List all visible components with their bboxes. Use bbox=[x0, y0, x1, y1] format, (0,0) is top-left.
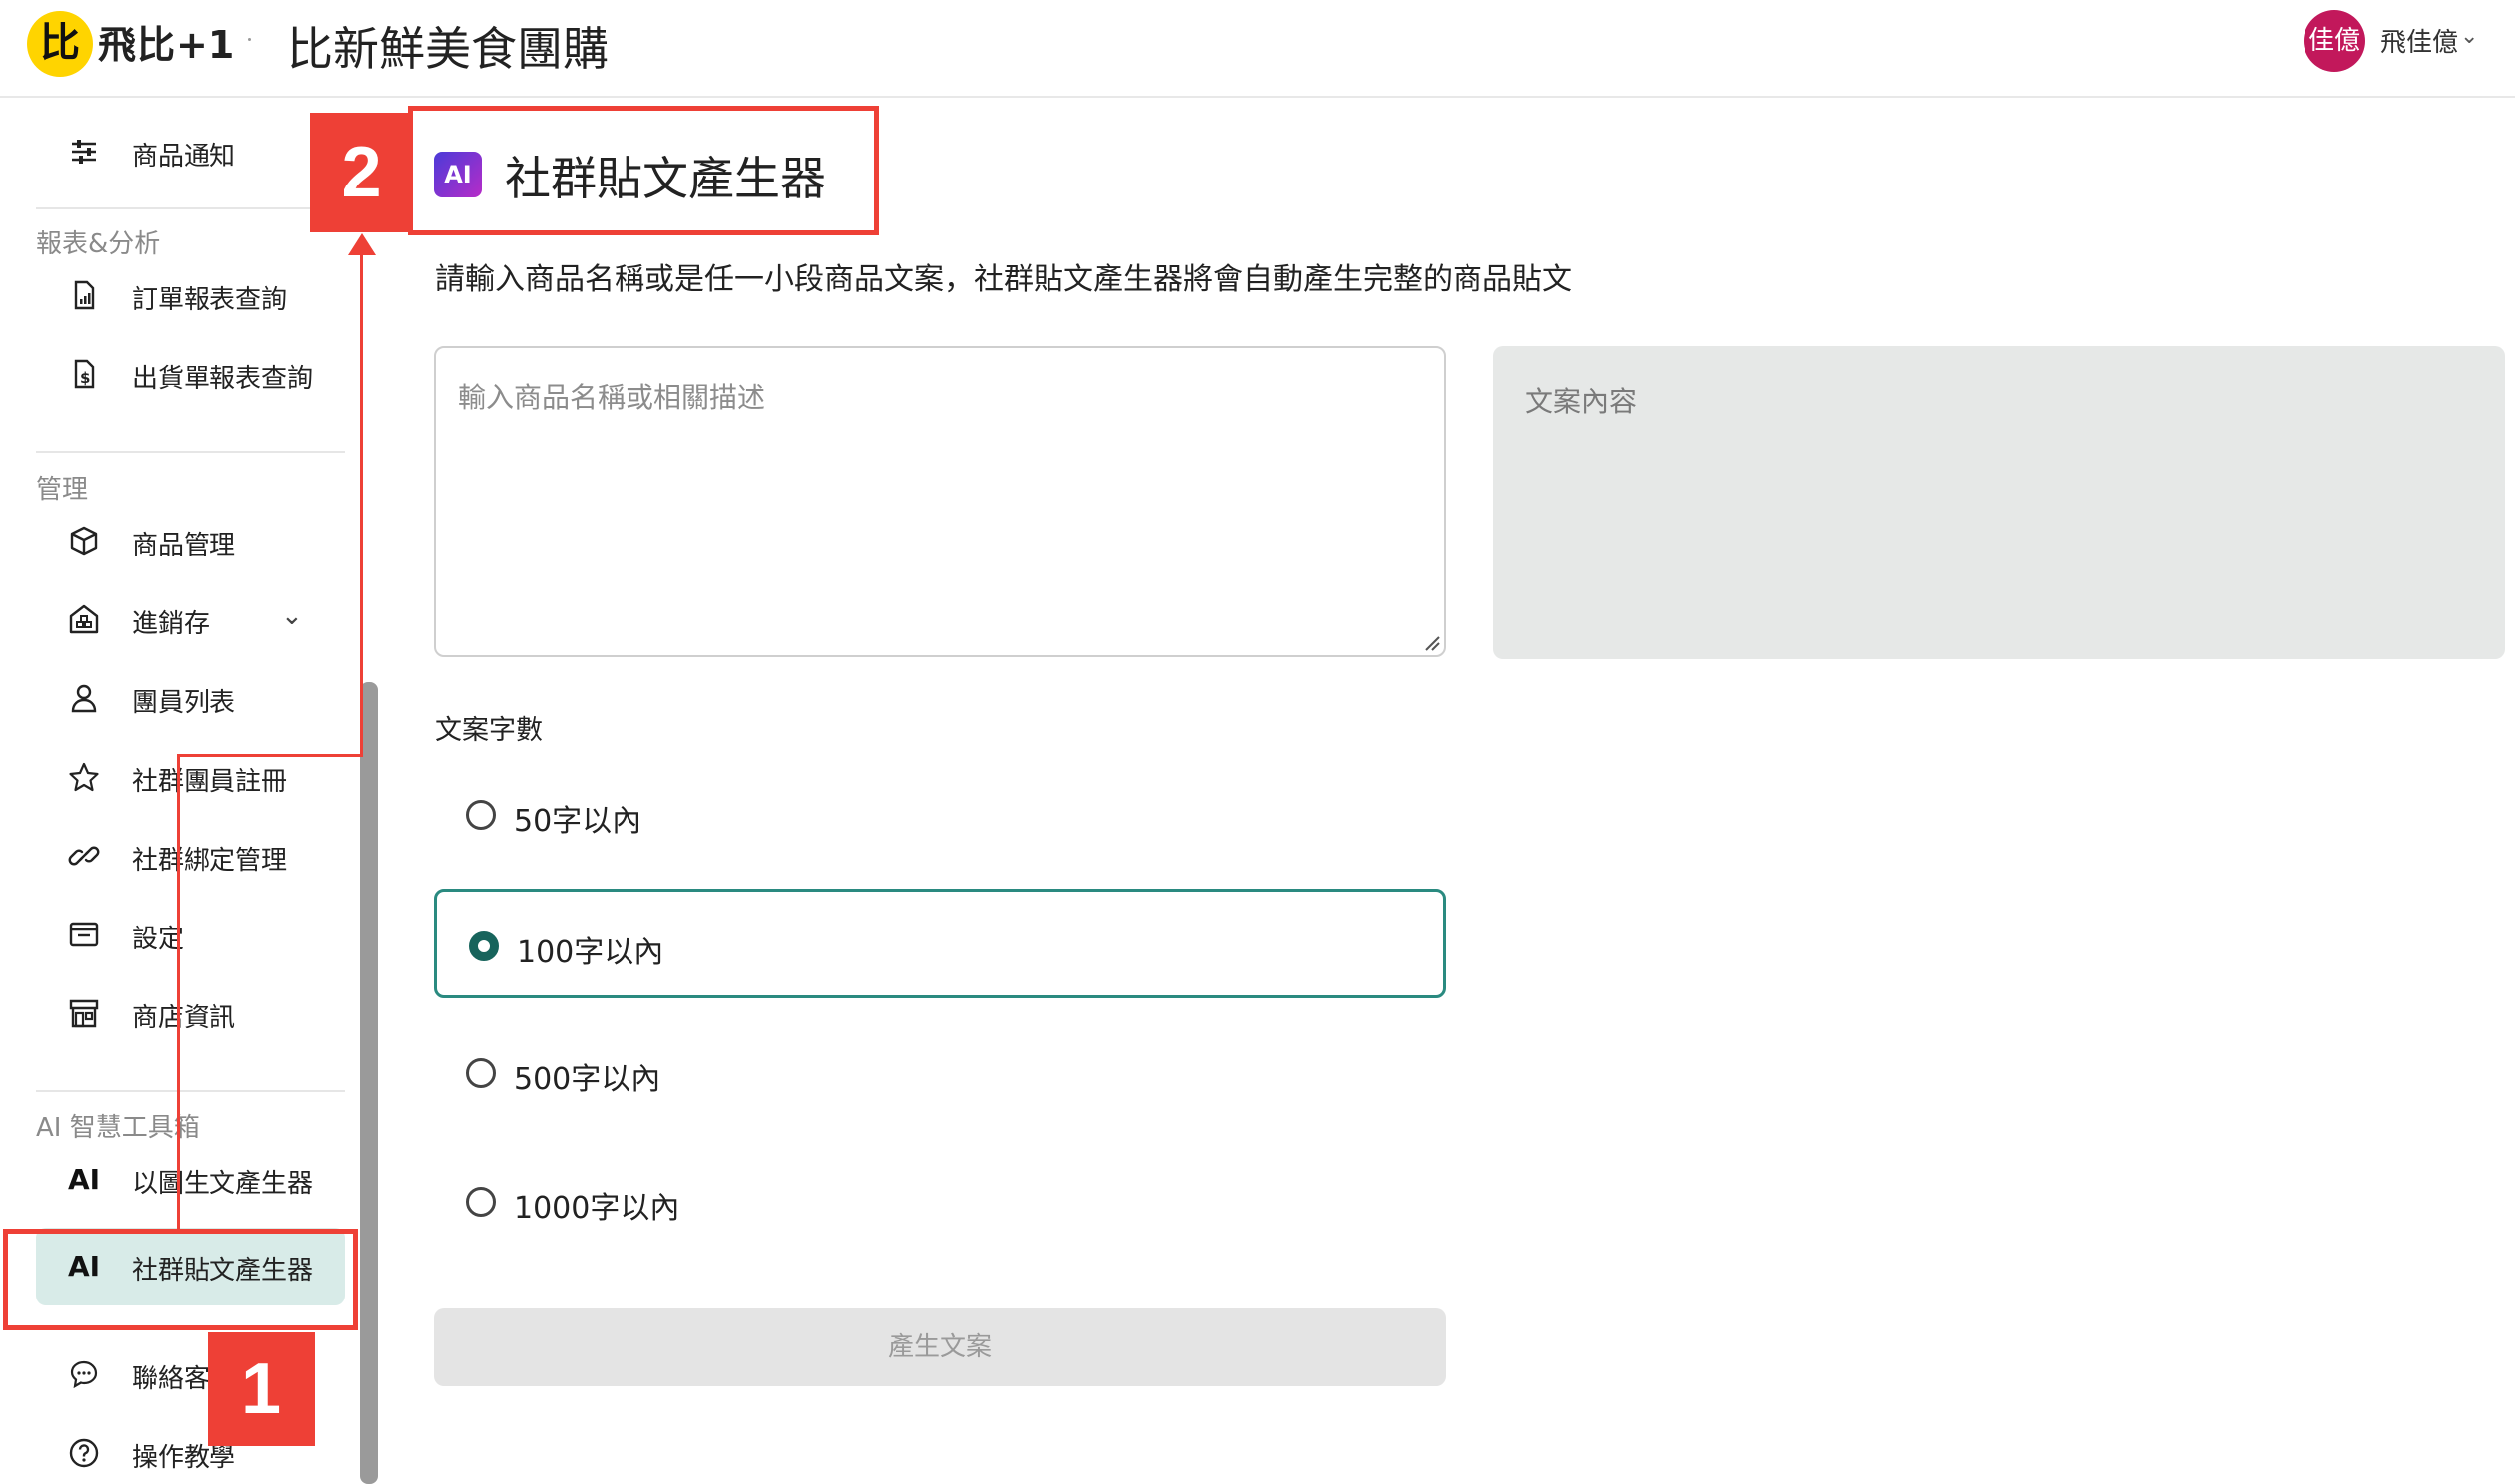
star-icon bbox=[69, 762, 99, 792]
page-description: 請輸入商品名稱或是任一小段商品文案，社群貼文產生器將會自動產生完整的商品貼文 bbox=[435, 262, 1572, 297]
annotation-badge-step2: 2 bbox=[310, 113, 413, 232]
radio-button[interactable] bbox=[466, 1058, 496, 1088]
annotation-arrowhead-icon bbox=[348, 233, 376, 255]
report-file-icon bbox=[74, 280, 95, 310]
radio-button[interactable] bbox=[466, 800, 496, 830]
sidebar-item-inventory[interactable]: 進銷存 ⌄ bbox=[36, 589, 345, 649]
annotation-highlight-step1 bbox=[3, 1229, 358, 1330]
sidebar-scrollbar[interactable] bbox=[360, 682, 378, 1484]
sidebar-item-label: 商店資訊 bbox=[132, 1003, 236, 1033]
sidebar-item-store-info[interactable]: 商店資訊 bbox=[36, 983, 345, 1043]
radio-label: 1000字以內 bbox=[514, 1191, 680, 1226]
svg-text:$: $ bbox=[80, 369, 90, 387]
section-title-ai-toolbox: AI 智慧工具箱 bbox=[36, 1113, 200, 1143]
user-icon bbox=[71, 684, 97, 713]
sidebar-divider bbox=[36, 451, 345, 453]
annotation-connector bbox=[177, 754, 180, 1229]
word-count-option-50[interactable]: 50字以內 bbox=[434, 760, 1446, 870]
user-name[interactable]: 飛佳億 bbox=[2380, 22, 2458, 59]
radio-label: 100字以內 bbox=[517, 935, 664, 970]
brand-logo-mark[interactable]: 比 bbox=[27, 11, 93, 77]
radio-button-selected[interactable] bbox=[469, 931, 499, 961]
sidebar-item-label: 團員列表 bbox=[132, 688, 236, 718]
word-count-label: 文案字數 bbox=[435, 715, 543, 746]
radio-label: 50字以內 bbox=[514, 804, 642, 839]
sidebar-item-label: 以圖生文產生器 bbox=[132, 1169, 314, 1199]
sidebar-item-order-report[interactable]: 訂單報表查詢 bbox=[36, 265, 345, 325]
sidebar-item-label: 商品通知 bbox=[132, 142, 236, 172]
radio-button[interactable] bbox=[466, 1187, 496, 1217]
chevron-down-icon[interactable]: ⌄ bbox=[281, 601, 303, 631]
brand-logo-text[interactable]: 飛比+1 bbox=[98, 14, 235, 69]
resize-handle-icon[interactable] bbox=[1422, 633, 1440, 651]
sliders-icon bbox=[72, 140, 96, 164]
chat-icon bbox=[70, 1360, 98, 1389]
settings-window-icon bbox=[69, 922, 99, 947]
product-description-input[interactable] bbox=[436, 348, 1444, 655]
user-menu-chevron-down-icon[interactable]: ⌄ bbox=[2460, 24, 2478, 49]
annotation-highlight-step2 bbox=[408, 106, 879, 235]
warehouse-icon bbox=[69, 604, 99, 634]
section-title-management: 管理 bbox=[36, 475, 89, 505]
radio-label: 500字以內 bbox=[514, 1062, 661, 1097]
sidebar-item-label: 訂單報表查詢 bbox=[132, 285, 288, 315]
ai-icon: AI bbox=[68, 1163, 101, 1196]
app-header: 比 飛比+1 比新鮮美食團購 佳億 飛佳億 ⌄ bbox=[0, 0, 2515, 98]
word-count-option-500[interactable]: 500字以內 bbox=[434, 1018, 1446, 1128]
header-separator-dot bbox=[248, 38, 251, 41]
section-title-reports: 報表&分析 bbox=[36, 229, 161, 259]
annotation-connector bbox=[360, 247, 363, 757]
sidebar-item-settings[interactable]: 設定 bbox=[36, 905, 345, 964]
user-avatar[interactable]: 佳億 bbox=[2304, 10, 2365, 72]
sidebar-item-community-binding[interactable]: 社群綁定管理 bbox=[36, 826, 345, 886]
annotation-connector bbox=[177, 754, 362, 757]
word-count-option-100[interactable]: 100字以內 bbox=[434, 889, 1446, 998]
sidebar-item-member-list[interactable]: 團員列表 bbox=[36, 668, 345, 728]
sidebar-divider bbox=[36, 207, 345, 209]
box-icon bbox=[70, 526, 98, 556]
generate-copy-button[interactable]: 產生文案 bbox=[434, 1308, 1446, 1386]
generated-copy-output: 文案內容 bbox=[1493, 346, 2505, 659]
sidebar-item-label: 商品管理 bbox=[132, 531, 236, 560]
help-icon bbox=[69, 1438, 99, 1468]
sidebar-item-label: 社群綁定管理 bbox=[132, 846, 288, 876]
sidebar-item-product-management[interactable]: 商品管理 bbox=[36, 511, 345, 570]
link-icon bbox=[68, 846, 100, 866]
invoice-file-icon: $ bbox=[74, 359, 95, 389]
sidebar-item-shipping-report[interactable]: $ 出貨單報表查詢 bbox=[36, 344, 345, 404]
sidebar-item-label: 出貨單報表查詢 bbox=[132, 364, 314, 394]
shop-title: 比新鮮美食團購 bbox=[287, 22, 609, 76]
output-placeholder: 文案內容 bbox=[1525, 385, 1638, 418]
sidebar-item-label: 社群團員註冊 bbox=[132, 767, 288, 797]
word-count-option-1000[interactable]: 1000字以內 bbox=[434, 1147, 1446, 1257]
sidebar-item-product-notice[interactable]: 商品通知 bbox=[36, 122, 345, 182]
product-description-input-box bbox=[434, 346, 1446, 657]
sidebar-item-image-to-text[interactable]: AI 以圖生文產生器 bbox=[36, 1149, 345, 1209]
annotation-badge-step1: 1 bbox=[208, 1332, 315, 1446]
sidebar-item-label: 進銷存 bbox=[132, 609, 210, 639]
store-icon bbox=[69, 999, 99, 1028]
sidebar-divider bbox=[36, 1090, 345, 1092]
